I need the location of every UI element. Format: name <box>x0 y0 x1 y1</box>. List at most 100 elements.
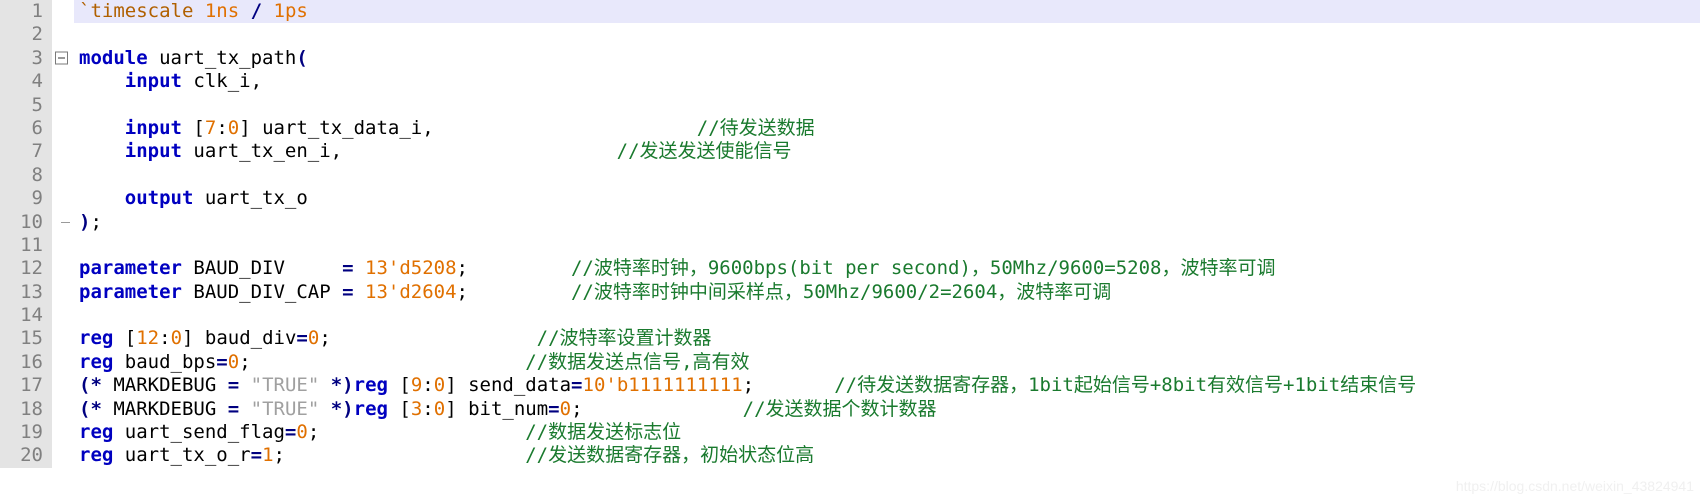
code-text[interactable]: module uart_tx_path( <box>74 47 1700 70</box>
token-op: = <box>227 374 240 397</box>
token-num: 0 <box>296 421 308 444</box>
code-line[interactable]: 20 reg uart_tx_o_r=1; //发送数据寄存器，初始状态位高 <box>0 444 1700 468</box>
token-kw: module <box>79 46 148 69</box>
token-num: 0 <box>433 374 446 397</box>
code-line[interactable]: 14 <box>0 304 1700 328</box>
code-text[interactable]: parameter BAUD_DIV_CAP = 13'd2604; //波特率… <box>74 281 1700 304</box>
code-text[interactable]: reg uart_send_flag=0; //数据发送标志位 <box>74 421 1700 444</box>
token-plain: uart_send_flag <box>113 421 285 444</box>
code-text[interactable]: input uart_tx_en_i, //发送发送使能信号 <box>74 140 1700 163</box>
line-number: 15 <box>0 327 52 351</box>
code-lines-container[interactable]: 1 `timescale 1ns / 1ps 2 3 module uart_tx_pa… <box>0 0 1700 500</box>
code-spacer <box>468 257 571 279</box>
token-plain: MARKDEBUG <box>101 397 228 420</box>
line-number: 9 <box>0 187 52 211</box>
code-text[interactable]: reg uart_tx_o_r=1; //发送数据寄存器，初始状态位高 <box>74 444 1700 467</box>
code-editor[interactable]: 1 `timescale 1ns / 1ps 2 3 module uart_tx_pa… <box>0 0 1700 500</box>
code-line[interactable]: 11 <box>0 233 1700 258</box>
token-kw: reg <box>79 327 114 350</box>
token-comment: //数据发送点信号,高有效 <box>525 350 750 373</box>
token-op: = <box>227 397 240 420</box>
token-plain: ; <box>456 257 468 280</box>
token-kw: reg <box>353 397 388 420</box>
code-line[interactable]: 7 input uart_tx_en_i, //发送发送使能信号 <box>0 140 1700 164</box>
line-number: 17 <box>0 374 52 398</box>
code-text[interactable]: (* MARKDEBUG = "TRUE" *)reg [3:0] bit_nu… <box>74 398 1700 421</box>
line-number: 12 <box>0 257 52 281</box>
token-plain: [ <box>113 327 137 350</box>
token-num: 1 <box>262 444 274 467</box>
token-num: 13'd2604 <box>365 280 457 303</box>
token-plain: [ <box>181 116 205 139</box>
code-line[interactable]: 15 reg [12:0] baud_div=0; //波特率设置计数器 <box>0 327 1700 351</box>
token-plain: [ <box>387 397 411 420</box>
token-plain: uart_tx_o <box>193 187 308 210</box>
token-comment: //待发送数据 <box>696 116 815 139</box>
code-line[interactable]: 5 <box>0 93 1700 117</box>
token-comment: //波特率时钟中间采样点，50Mhz/9600/2=2604，波特率可调 <box>570 280 1112 303</box>
code-text[interactable]: (* MARKDEBUG = "TRUE" *)reg [9:0] send_d… <box>74 374 1700 397</box>
token-op: = <box>216 350 228 373</box>
token-op: ) <box>79 210 91 233</box>
token-kw: output <box>124 187 194 210</box>
token-num: 12 <box>136 327 160 350</box>
code-line[interactable]: 10); <box>0 210 1700 234</box>
token-plain: BAUD_DIV <box>181 257 343 280</box>
code-text[interactable]: reg baud_bps=0; //数据发送点信号,高有效 <box>74 351 1700 374</box>
code-line[interactable]: 6 input [7:0] uart_tx_data_i, //待发送数据 <box>0 116 1700 141</box>
line-number: 20 <box>0 444 52 468</box>
line-number: 3 <box>0 46 52 71</box>
code-spacer <box>583 398 743 420</box>
code-line[interactable]: 8 <box>0 163 1700 188</box>
token-kw: reg <box>79 350 114 373</box>
token-comment: //发送数据寄存器，初始状态位高 <box>525 444 815 467</box>
token-plain: ] bit_num <box>445 397 549 420</box>
code-line[interactable]: 9 output uart_tx_o <box>0 187 1700 211</box>
line-number: 10 <box>0 210 52 234</box>
token-kw: input <box>124 140 182 163</box>
code-text[interactable]: input clk_i, <box>74 70 1700 93</box>
code-line[interactable]: 13 parameter BAUD_DIV_CAP = 13'd2604; //波… <box>0 280 1700 305</box>
code-line[interactable]: 17 (* MARKDEBUG = "TRUE" *)reg [9:0] send… <box>0 374 1700 398</box>
code-line[interactable]: 16 reg baud_bps=0; //数据发送点信号,高有效 <box>0 350 1700 375</box>
line-number: 18 <box>0 397 52 422</box>
code-text[interactable]: `timescale 1ns / 1ps <box>74 0 1700 24</box>
token-op: = <box>571 374 583 397</box>
token-kw: reg <box>79 421 114 444</box>
token-str: "TRUE" <box>250 397 320 420</box>
code-line[interactable]: 1 `timescale 1ns / 1ps <box>0 0 1700 24</box>
line-number: 11 <box>0 233 52 258</box>
code-text[interactable]: input [7:0] uart_tx_data_i, //待发送数据 <box>74 117 1700 140</box>
code-spacer <box>342 140 617 162</box>
line-number: 5 <box>0 93 52 117</box>
token-num: 7 <box>204 116 217 139</box>
code-line[interactable]: 12 parameter BAUD_DIV = 13'd5208; //波特率时钟… <box>0 257 1700 281</box>
line-number: 16 <box>0 350 52 375</box>
code-line[interactable]: 4 input clk_i, <box>0 70 1700 94</box>
code-text[interactable]: parameter BAUD_DIV = 13'd5208; //波特率时钟，9… <box>74 257 1700 280</box>
code-line[interactable]: 19 reg uart_send_flag=0; //数据发送标志位 <box>0 421 1700 445</box>
code-text[interactable]: ); <box>74 211 1700 234</box>
code-text[interactable]: reg [12:0] baud_div=0; //波特率设置计数器 <box>74 327 1700 350</box>
code-line[interactable]: 18 (* MARKDEBUG = "TRUE" *)reg [3:0] bit_… <box>0 397 1700 422</box>
code-spacer <box>285 444 525 466</box>
code-spacer <box>754 374 834 396</box>
code-line[interactable]: 3 module uart_tx_path( <box>0 46 1700 71</box>
code-spacer <box>468 281 571 303</box>
token-plain: ; <box>273 444 285 467</box>
token-num: 0 <box>307 327 320 350</box>
token-num: 9 <box>410 374 423 397</box>
token-comment: //数据发送标志位 <box>525 421 682 444</box>
token-plain: ; <box>307 421 320 444</box>
token-kw: parameter <box>79 257 182 280</box>
code-text[interactable]: output uart_tx_o <box>74 187 1700 210</box>
line-number: 7 <box>0 140 52 164</box>
token-plain: : <box>159 327 171 350</box>
code-line[interactable]: 2 <box>0 23 1700 47</box>
